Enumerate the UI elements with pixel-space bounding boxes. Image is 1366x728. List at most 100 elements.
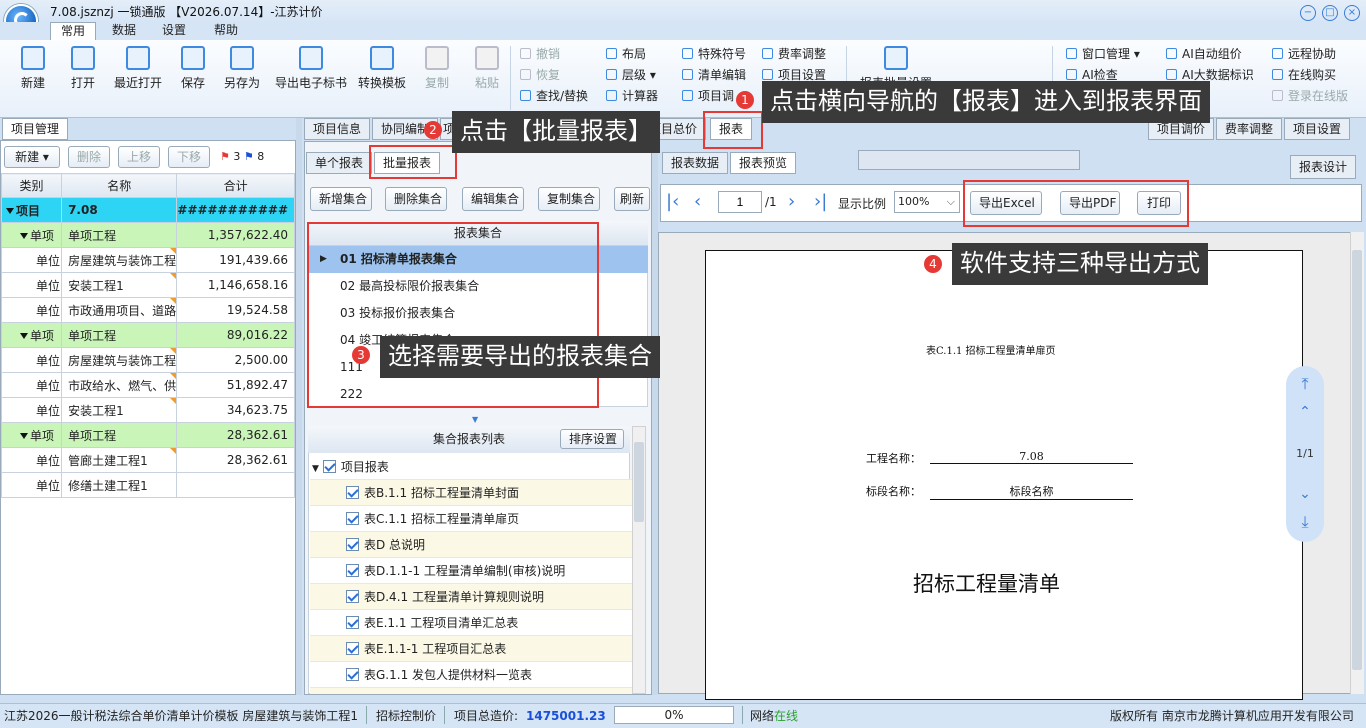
refresh-set-button[interactable]: 刷新	[614, 187, 650, 211]
menu-help[interactable]: 帮助	[204, 22, 248, 40]
undo-button[interactable]: 撤销	[520, 45, 560, 63]
export-bid-button[interactable]: 导出电子标书	[274, 46, 348, 102]
page-number-input[interactable]	[718, 191, 762, 213]
left-splitter[interactable]	[296, 118, 302, 695]
checkbox[interactable]	[346, 668, 359, 681]
paste-button[interactable]: 粘贴	[474, 46, 500, 102]
report-list-item[interactable]: 表G.1.1-1 承包人提供可调价主要材料表	[310, 688, 632, 694]
window-manager-dropdown[interactable]: 窗口管理 ▾	[1066, 45, 1140, 63]
last-page-icon[interactable]: ›|	[814, 191, 827, 212]
first-page-icon[interactable]: |‹	[666, 191, 679, 212]
checkbox[interactable]	[346, 486, 359, 499]
tab-rate-adjust[interactable]: 费率调整	[1216, 118, 1283, 140]
tree-row-unit[interactable]: 单位 安装工程1 1,146,658.16	[0, 272, 295, 298]
report-list-item[interactable]: 表C.1.1 招标工程量清单扉页	[310, 506, 632, 532]
tree-row-unit[interactable]: 单位 房屋建筑与装饰工程 2,500.00	[0, 347, 295, 373]
report-list-item[interactable]: 表G.1.1 发包人提供材料一览表	[310, 662, 632, 688]
report-list-item[interactable]: 表E.1.1-1 工程项目汇总表	[310, 636, 632, 662]
calculator-button[interactable]: 计算器	[606, 87, 658, 105]
open-button[interactable]: 打开	[68, 46, 98, 102]
report-list-item[interactable]: 表D.1.1-1 工程量清单编制(审核)说明	[310, 558, 632, 584]
expand-icon[interactable]	[20, 432, 28, 439]
delete-set-button[interactable]: 删除集合	[385, 187, 447, 211]
convert-template-button[interactable]: 转换模板	[357, 46, 407, 102]
move-down-button[interactable]: 下移	[168, 146, 210, 168]
page-down-icon[interactable]: ⌄	[1296, 486, 1314, 502]
copy-set-button[interactable]: 复制集合	[538, 187, 600, 211]
checkbox[interactable]	[346, 642, 359, 655]
redo-button[interactable]: 恢复	[520, 66, 560, 84]
collapse-handle-icon[interactable]: ▼	[472, 415, 478, 424]
layout-button[interactable]: 布局	[606, 45, 646, 63]
expand-icon[interactable]	[20, 332, 28, 339]
report-list-item[interactable]: 表D 总说明	[310, 532, 632, 558]
list-scrollbar-thumb[interactable]	[634, 442, 644, 522]
tab-report-data[interactable]: 报表数据	[662, 152, 729, 174]
tree-row-unit[interactable]: 单位 市政给水、燃气、供 51,892.47	[0, 372, 295, 398]
report-list-item[interactable]: 表E.1.1 工程项目清单汇总表	[310, 610, 632, 636]
tab-project-settings[interactable]: 项目设置	[1284, 118, 1351, 140]
tree-row-proj[interactable]: 项目 7.08 ###########	[0, 197, 295, 223]
checkbox[interactable]	[346, 564, 359, 577]
tab-project-info[interactable]: 项目信息	[304, 118, 371, 140]
checkbox[interactable]	[346, 616, 359, 629]
find-replace-button[interactable]: 查找/替换	[520, 87, 588, 105]
close-icon[interactable]: ×	[1344, 5, 1360, 21]
report-list-item[interactable]: 表B.1.1 招标工程量清单封面	[310, 480, 632, 506]
special-symbol-button[interactable]: 特殊符号	[682, 45, 746, 63]
tab-report-preview[interactable]: 报表预览	[730, 152, 797, 174]
delete-button[interactable]: 删除	[68, 146, 110, 168]
project-adjust-button[interactable]: 项目调	[682, 87, 734, 105]
checkbox[interactable]	[346, 512, 359, 525]
tree-row-unit[interactable]: 单位 市政通用项目、道路 19,524.58	[0, 297, 295, 323]
top-page-icon[interactable]: ⤒	[1296, 374, 1314, 394]
login-online-button[interactable]: 登录在线版	[1272, 87, 1348, 105]
tree-root[interactable]: ▼ 项目报表	[310, 454, 632, 480]
preview-scrollbar-thumb[interactable]	[1352, 250, 1362, 670]
menu-settings[interactable]: 设置	[152, 22, 196, 40]
expand-icon[interactable]	[20, 232, 28, 239]
tab-project-management[interactable]: 项目管理	[2, 118, 69, 140]
tree-row-unit[interactable]: 单位 安装工程1 34,623.75	[0, 397, 295, 423]
copy-button[interactable]: 复制	[424, 46, 450, 102]
expand-icon[interactable]	[6, 207, 14, 214]
remote-assist-button[interactable]: 远程协助	[1272, 45, 1336, 63]
recent-button[interactable]: 最近打开	[112, 46, 164, 102]
online-buy-button[interactable]: 在线购买	[1272, 66, 1336, 84]
collapse-icon[interactable]: ▼	[312, 464, 319, 474]
tree-row-item[interactable]: 单项 单项工程 28,362.61	[0, 422, 295, 448]
rate-adjust-button[interactable]: 费率调整	[762, 45, 826, 63]
tree-row-unit[interactable]: 单位 管廊土建工程1 28,362.61	[0, 447, 295, 473]
tab-single-report[interactable]: 单个报表	[306, 152, 373, 174]
scale-select[interactable]: 100% ⌵	[894, 191, 960, 213]
save-button[interactable]: 保存	[178, 46, 208, 102]
edit-set-button[interactable]: 编辑集合	[462, 187, 524, 211]
tree-row-item[interactable]: 单项 单项工程 1,357,622.40	[0, 222, 295, 248]
prev-page-icon[interactable]: ‹	[694, 191, 701, 212]
bottom-page-icon[interactable]: ⤓	[1296, 512, 1314, 532]
level-dropdown[interactable]: 层级 ▾	[606, 66, 656, 84]
report-list-item[interactable]: 表D.4.1 工程量清单计算规则说明	[310, 584, 632, 610]
checkbox[interactable]	[346, 538, 359, 551]
next-page-icon[interactable]: ›	[788, 191, 795, 212]
add-set-button[interactable]: 新增集合	[310, 187, 372, 211]
checkbox[interactable]	[346, 590, 359, 603]
menu-data[interactable]: 数据	[102, 22, 146, 40]
ai-auto-price-button[interactable]: AI自动组价	[1166, 45, 1242, 63]
minimize-icon[interactable]: −	[1300, 5, 1316, 21]
list-edit-button[interactable]: 清单编辑	[682, 66, 746, 84]
move-up-button[interactable]: 上移	[118, 146, 160, 168]
checkbox[interactable]	[322, 460, 336, 473]
new-dropdown[interactable]: 新建 ▾	[4, 146, 60, 168]
tree-row-unit[interactable]: 单位 房屋建筑与装饰工程 191,439.66	[0, 247, 295, 273]
menu-home[interactable]: 常用	[50, 22, 97, 40]
restore-icon[interactable]: □	[1322, 5, 1338, 21]
tree-row-item[interactable]: 单项 单项工程 89,016.22	[0, 322, 295, 348]
row-type-label: 单项	[30, 428, 55, 443]
new-button[interactable]: 新建	[18, 46, 48, 102]
page-up-icon[interactable]: ⌃	[1296, 404, 1314, 420]
save-as-button[interactable]: 另存为	[222, 46, 262, 102]
sort-settings-button[interactable]: 排序设置	[560, 429, 624, 449]
tree-row-unit[interactable]: 单位 修缮土建工程1	[0, 472, 295, 498]
report-design-button[interactable]: 报表设计	[1290, 155, 1357, 179]
